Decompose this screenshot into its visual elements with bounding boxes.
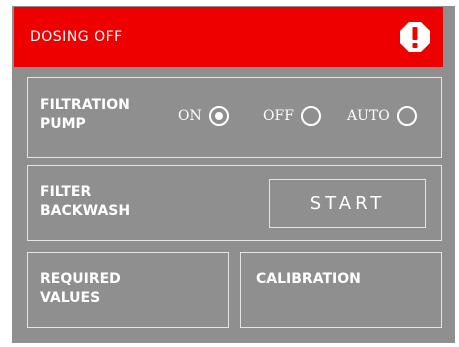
filtration-pump-label: FILTRATION PUMP (40, 96, 130, 134)
alert-text: DOSING OFF (30, 29, 123, 45)
required-values-label-line2: VALUES (40, 290, 101, 306)
filtration-pump-label-line1: FILTRATION (40, 97, 130, 113)
pump-option-off-label: OFF (263, 108, 294, 124)
exclamation-octagon-icon (400, 22, 430, 52)
required-values-label: REQUIRED VALUES (40, 270, 121, 308)
backwash-start-button[interactable]: START (269, 179, 426, 228)
filter-backwash-label: FILTER BACKWASH (40, 183, 130, 221)
pump-option-on[interactable]: ON (178, 106, 229, 126)
filter-backwash-label-line1: FILTER (40, 184, 92, 200)
radio-on-selected-icon[interactable] (208, 106, 229, 126)
filtration-pump-label-line2: PUMP (40, 116, 86, 132)
required-values-label-line1: REQUIRED (40, 271, 121, 287)
pump-option-on-label: ON (178, 108, 202, 124)
calibration-button[interactable] (240, 252, 442, 328)
pump-option-auto-label: AUTO (347, 108, 390, 124)
radio-off-icon[interactable] (300, 106, 321, 126)
pump-option-off[interactable]: OFF (263, 106, 321, 126)
filter-backwash-label-line2: BACKWASH (40, 203, 131, 219)
pump-option-auto[interactable]: AUTO (347, 106, 417, 126)
calibration-label: CALIBRATION (256, 271, 361, 287)
dosing-alert-bar[interactable]: DOSING OFF (14, 7, 443, 67)
radio-auto-icon[interactable] (396, 106, 417, 126)
